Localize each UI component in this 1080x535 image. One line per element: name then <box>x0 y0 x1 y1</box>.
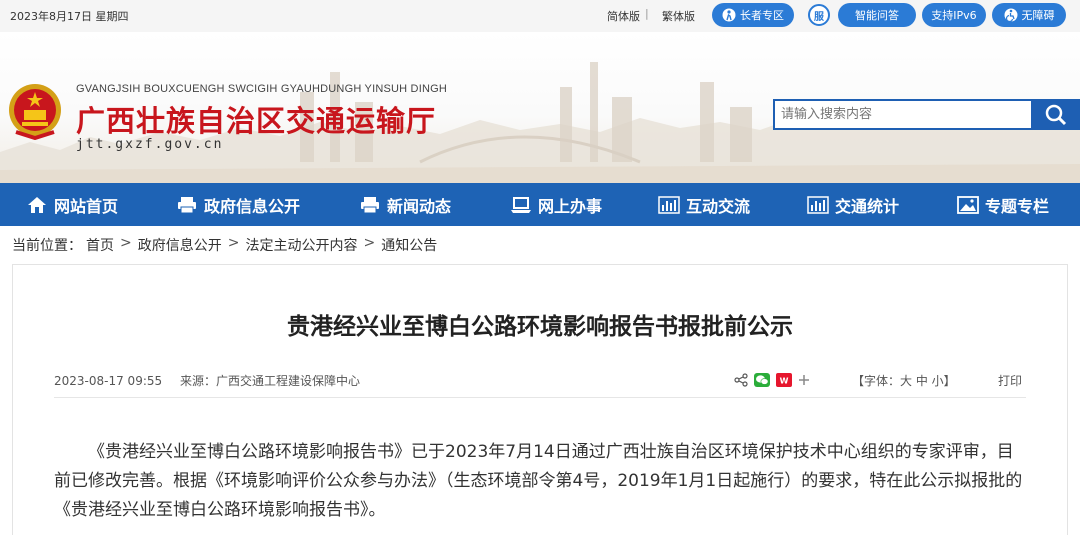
meta-divider <box>54 397 1026 398</box>
wheelchair-icon <box>1004 8 1017 22</box>
print-button[interactable]: 打印 <box>998 372 1022 389</box>
accessibility-label: 无障碍 <box>1021 9 1055 22</box>
header-banner: GVANGJSIH BOUXCUENGH SWCIGIH GYAUHDUNGH … <box>0 32 1080 183</box>
nav-item-statistics[interactable]: 交通统计 <box>807 183 899 226</box>
breadcrumb: 当前位置： 首页 > 政府信息公开 > 法定主动公开内容 > 通知公告 <box>12 235 437 255</box>
top-utility-bar: 2023年8月17日 星期四 简体版 | 繁体版 长者专区 服 智能问答 支持I… <box>0 0 1080 32</box>
site-pinyin-name: GVANGJSIH BOUXCUENGH SWCIGIH GYAUHDUNGH … <box>76 83 447 95</box>
picture-icon <box>957 195 979 214</box>
svg-text:W: W <box>780 377 789 386</box>
nav-label: 网站首页 <box>54 196 119 216</box>
article-body: 《贵港经兴业至博白公路环境影响报告书》已于2023年7月14日通过广西壮族自治区… <box>54 442 1023 520</box>
plus-icon[interactable] <box>798 373 810 387</box>
elderly-icon <box>722 8 736 22</box>
home-icon <box>28 196 46 213</box>
printer-icon <box>178 196 196 213</box>
accessibility-button[interactable]: 无障碍 <box>992 3 1066 27</box>
breadcrumb-prefix: 当前位置： <box>12 238 82 254</box>
site-title[interactable]: 广西壮族自治区交通运输厅 <box>76 98 436 140</box>
service-logo-icon[interactable]: 服 <box>808 4 830 26</box>
nav-label: 网上办事 <box>538 196 603 216</box>
breadcrumb-item-statutory[interactable]: 法定主动公开内容 <box>245 235 357 255</box>
elderly-zone-button[interactable]: 长者专区 <box>712 3 794 27</box>
nav-label: 交通统计 <box>835 196 900 216</box>
search-icon <box>1045 104 1066 125</box>
nav-label: 专题专栏 <box>985 196 1050 216</box>
article-title: 贵港经兴业至博白公路环境影响报告书报批前公示 <box>287 314 793 340</box>
ipv6-label: 支持IPv6 <box>931 9 977 22</box>
bar-chart-icon <box>807 195 829 214</box>
article-datetime: 2023-08-17 09:55 <box>54 374 163 388</box>
search-input[interactable] <box>773 99 1031 130</box>
breadcrumb-separator: > <box>227 235 240 251</box>
article-meta: 2023-08-17 09:55 来源：广西交通工程建设保障中心 <box>54 372 360 389</box>
breadcrumb-item-home[interactable]: 首页 <box>86 235 114 255</box>
smart-qa-label: 智能问答 <box>855 9 899 22</box>
lang-separator: | <box>645 7 649 20</box>
nav-label: 政府信息公开 <box>204 196 301 216</box>
nav-item-interaction[interactable]: 互动交流 <box>658 183 750 226</box>
nav-item-online-services[interactable]: 网上办事 <box>510 183 602 226</box>
nav-item-special-topics[interactable]: 专题专栏 <box>957 183 1049 226</box>
nav-label: 新闻动态 <box>387 196 452 216</box>
nav-label: 互动交流 <box>686 196 751 216</box>
share-icon[interactable] <box>734 373 748 387</box>
bar-chart-icon <box>658 195 680 214</box>
main-nav: 网站首页 政府信息公开 新闻动态 网上办事 互动交流 交通统计 专题专栏 <box>0 183 1080 226</box>
printer-icon <box>361 196 379 213</box>
nav-item-home[interactable]: 网站首页 <box>26 183 118 226</box>
wechat-icon[interactable] <box>754 373 770 387</box>
breadcrumb-separator: > <box>120 235 132 251</box>
smart-qa-button[interactable]: 智能问答 <box>838 3 916 27</box>
national-emblem-icon <box>9 84 61 140</box>
simplified-chinese-link[interactable]: 简体版 <box>607 8 640 24</box>
font-size-control[interactable]: 【字体：大 中 小】 <box>852 372 956 389</box>
breadcrumb-separator: > <box>363 235 376 251</box>
traditional-chinese-link[interactable]: 繁体版 <box>662 8 695 24</box>
site-domain: jtt.gxzf.gov.cn <box>76 137 224 152</box>
current-date: 2023年8月17日 星期四 <box>10 10 129 23</box>
article-source: 来源：广西交通工程建设保障中心 <box>179 374 360 388</box>
ipv6-badge[interactable]: 支持IPv6 <box>922 3 986 27</box>
search-button[interactable] <box>1031 99 1080 130</box>
nav-item-news[interactable]: 新闻动态 <box>359 183 451 226</box>
elderly-zone-label: 长者专区 <box>740 9 784 22</box>
nav-item-gov-info[interactable]: 政府信息公开 <box>176 183 300 226</box>
breadcrumb-item-notices[interactable]: 通知公告 <box>381 235 437 255</box>
laptop-icon <box>511 196 531 213</box>
weibo-icon[interactable]: W <box>776 373 792 387</box>
breadcrumb-item-gov-info[interactable]: 政府信息公开 <box>138 235 222 255</box>
